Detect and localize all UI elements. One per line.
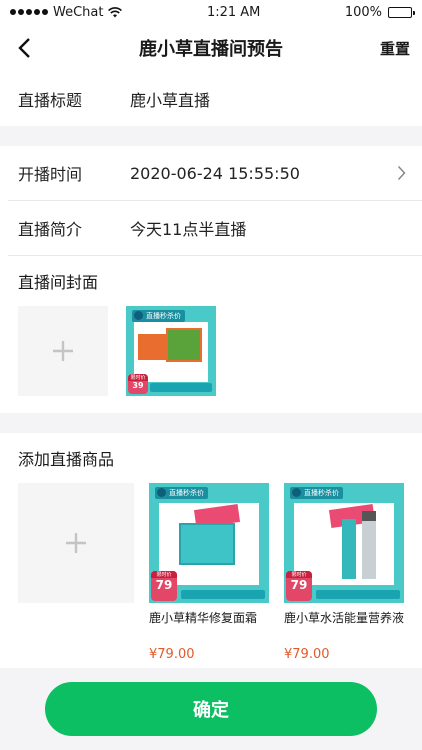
- intro-label: 直播简介: [18, 220, 83, 239]
- caption-bar: [150, 383, 212, 392]
- status-right: 100%: [344, 4, 415, 20]
- intro-row[interactable]: 直播简介 今天11点半直播: [0, 201, 422, 255]
- cover-area: 直播秒杀价 限时价 39: [0, 306, 422, 413]
- chevron-right-icon: [397, 165, 406, 181]
- products-section-title: 添加直播商品: [18, 450, 115, 469]
- add-product-button[interactable]: [18, 483, 134, 603]
- product-image[interactable]: 直播秒杀价 限时价 79: [284, 483, 404, 603]
- title-card: 直播标题 鹿小草直播: [0, 72, 422, 126]
- section-gap: [0, 126, 422, 146]
- live-tag: 直播秒杀价: [132, 310, 185, 322]
- back-button[interactable]: [10, 34, 38, 62]
- cover-image[interactable]: 直播秒杀价 限时价 39: [126, 306, 216, 396]
- live-title-input[interactable]: 鹿小草直播: [130, 87, 404, 111]
- intro-input[interactable]: 今天11点半直播: [130, 216, 404, 240]
- plus-icon: [53, 341, 73, 361]
- plus-icon: [66, 533, 86, 553]
- nav-bar: 鹿小草直播间预告 重置: [0, 24, 422, 72]
- start-time-row[interactable]: 开播时间 2020-06-24 15:55:50: [0, 146, 422, 200]
- carrier-label: WeChat: [53, 4, 104, 20]
- status-bar: WeChat 1:21 AM 100%: [0, 0, 422, 24]
- price-badge-value: 79: [290, 578, 308, 592]
- live-title-row[interactable]: 直播标题 鹿小草直播: [0, 72, 422, 126]
- live-title-label: 直播标题: [18, 91, 83, 110]
- chevron-left-icon: [18, 38, 30, 58]
- live-tag: 直播秒杀价: [155, 487, 208, 499]
- price-badge-value: 79: [155, 578, 173, 592]
- confirm-button[interactable]: 确定: [45, 682, 377, 736]
- live-tag: 直播秒杀价: [290, 487, 343, 499]
- product-list: 直播秒杀价 限时价 79 鹿小草精华修复面霜 ¥79.00 直播秒杀价 限时价 …: [0, 483, 422, 671]
- caption-bar: [181, 590, 265, 599]
- product-bottle-graphic: [362, 511, 376, 579]
- status-left: WeChat: [10, 4, 123, 20]
- page-title: 鹿小草直播间预告: [139, 39, 283, 60]
- product-bottle-graphic: [342, 519, 356, 579]
- section-gap: [0, 413, 422, 433]
- start-time-label: 开播时间: [18, 165, 83, 184]
- price-badge: 限时价 39: [128, 374, 148, 394]
- product-name: 鹿小草水活能量营养液: [284, 611, 405, 625]
- battery-icon: [388, 6, 415, 18]
- add-cover-button[interactable]: [18, 306, 108, 396]
- bottom-bar: 确定: [0, 668, 422, 750]
- product-image[interactable]: 直播秒杀价 限时价 79: [149, 483, 269, 603]
- price-badge: 限时价 79: [151, 571, 177, 601]
- wifi-icon: [108, 6, 123, 17]
- product-box-graphic: [166, 328, 202, 362]
- price-badge-value: 39: [132, 381, 144, 390]
- start-time-value[interactable]: 2020-06-24 15:55:50: [130, 164, 404, 183]
- battery-percent: 100%: [344, 4, 382, 20]
- price-badge-caption: 限时价: [151, 571, 177, 578]
- cover-section-title: 直播间封面: [18, 273, 99, 292]
- price-badge-caption: 限时价: [128, 374, 148, 381]
- product-card[interactable]: 直播秒杀价 限时价 79 鹿小草水活能量营养液 ¥79.00: [284, 483, 404, 671]
- product-card[interactable]: 直播秒杀价 限时价 79 鹿小草精华修复面霜 ¥79.00: [149, 483, 269, 671]
- product-name: 鹿小草精华修复面霜: [149, 611, 258, 625]
- caption-bar: [316, 590, 400, 599]
- product-jar-graphic: [179, 523, 235, 565]
- price-badge: 限时价 79: [286, 571, 312, 601]
- details-card: 开播时间 2020-06-24 15:55:50 直播简介 今天11点半直播 直…: [0, 146, 422, 413]
- time-label: 1:21 AM: [206, 4, 261, 20]
- reset-button[interactable]: 重置: [380, 38, 410, 59]
- products-card: 添加直播商品 直播秒杀价 限时价 79 鹿小草精华修复面霜 ¥79.00 直播秒…: [0, 433, 422, 693]
- signal-icon: [10, 9, 48, 15]
- price-badge-caption: 限时价: [286, 571, 312, 578]
